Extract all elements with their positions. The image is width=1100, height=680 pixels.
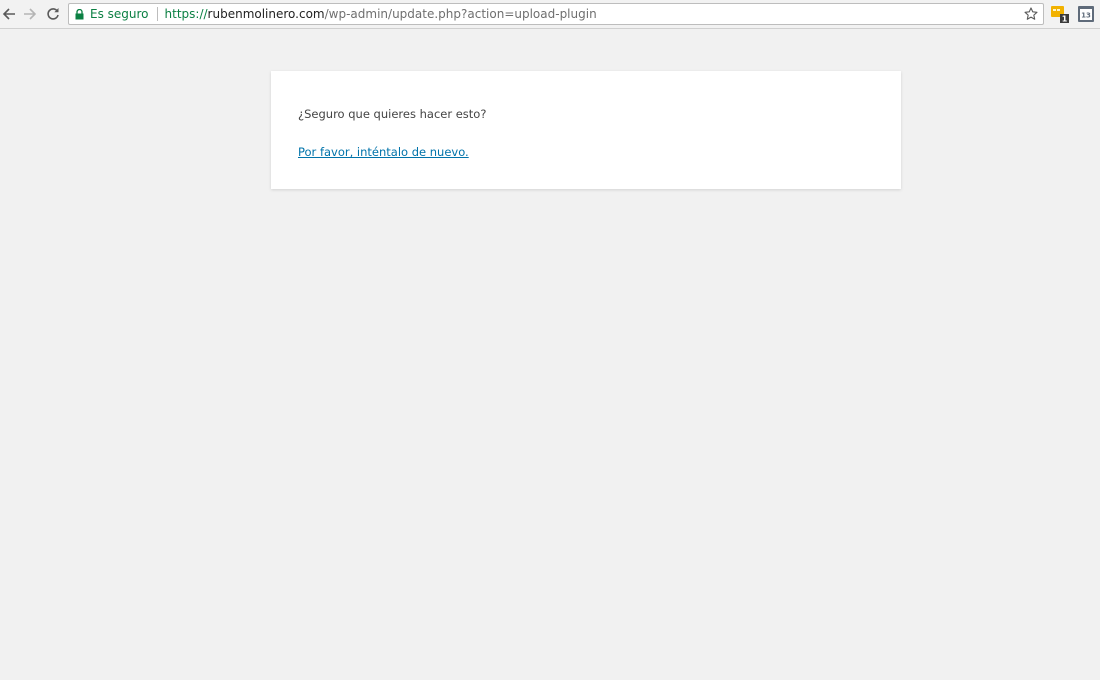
back-button[interactable] [0, 4, 18, 24]
bookmark-star-icon[interactable] [1023, 6, 1039, 22]
calendar-extension-button[interactable]: 13 [1077, 5, 1095, 23]
url-host: rubenmolinero.com [207, 7, 325, 21]
url-scheme: https:// [164, 7, 208, 21]
note-extension-button[interactable]: 1 [1051, 5, 1069, 24]
arrow-left-icon [2, 7, 16, 21]
note-extension-icon: 1 [1051, 6, 1069, 24]
url-text[interactable]: https://rubenmolinero.com/wp-admin/updat… [165, 7, 1043, 21]
reload-button[interactable] [44, 4, 62, 24]
reload-icon [46, 7, 60, 21]
lock-icon [75, 8, 85, 20]
browser-toolbar: Es seguro https://rubenmolinero.com/wp-a… [0, 0, 1100, 29]
url-path: /wp-admin/update.php?action=upload-plugi… [324, 7, 597, 21]
address-divider [156, 7, 158, 21]
calendar-extension-badge: 13 [1081, 12, 1091, 20]
forward-button[interactable] [21, 4, 39, 24]
address-bar[interactable]: Es seguro https://rubenmolinero.com/wp-a… [68, 3, 1044, 25]
retry-link[interactable]: Por favor, inténtalo de nuevo. [298, 144, 469, 161]
note-extension-badge: 1 [1062, 15, 1068, 24]
calendar-extension-icon: 13 [1078, 6, 1094, 22]
wp-die-message-card: ¿Seguro que quieres hacer esto? Por favo… [271, 71, 901, 189]
confirmation-message: ¿Seguro que quieres hacer esto? [298, 107, 487, 121]
security-status-label[interactable]: Es seguro [90, 7, 149, 21]
arrow-right-icon [23, 7, 37, 21]
